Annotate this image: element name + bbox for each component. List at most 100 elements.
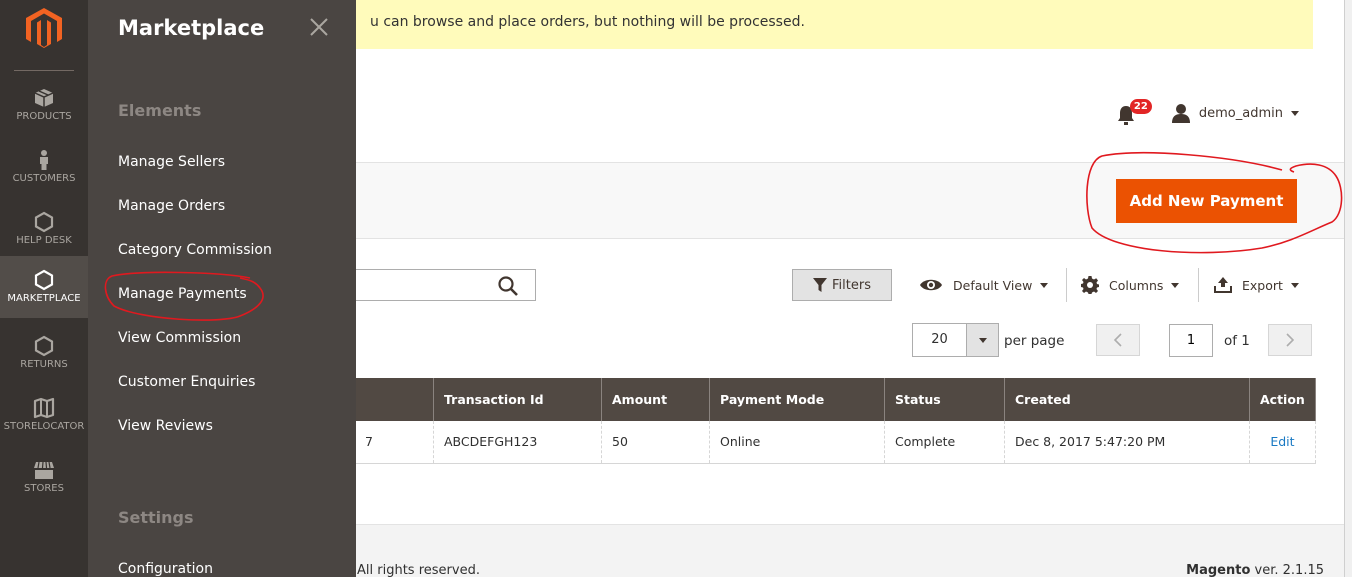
default-view-dropdown[interactable]: Default View — [919, 269, 1049, 301]
user-menu[interactable]: demo_admin — [1171, 103, 1299, 123]
chevron-down-icon — [1171, 282, 1180, 288]
menu-item-view-reviews[interactable]: View Reviews — [118, 418, 213, 434]
column-header-created[interactable]: Created — [1004, 378, 1250, 421]
cell-amount: 50 — [601, 421, 710, 464]
gear-icon — [1081, 276, 1099, 294]
columns-dropdown[interactable]: Columns — [1081, 269, 1180, 301]
column-header-status[interactable]: Status — [884, 378, 1005, 421]
menu-item-manage-sellers[interactable]: Manage Sellers — [118, 154, 225, 170]
search-input[interactable] — [356, 270, 486, 300]
add-new-payment-button[interactable]: Add New Payment — [1116, 179, 1297, 223]
hexagon-icon — [34, 269, 54, 291]
menu-item-category-commission[interactable]: Category Commission — [118, 242, 272, 258]
nav-label: PRODUCTS — [16, 111, 72, 122]
page-footer: All rights reserved. Magento ver. 2.1.15 — [356, 524, 1344, 577]
menu-item-configuration[interactable]: Configuration — [118, 561, 213, 577]
columns-label: Columns — [1109, 277, 1164, 293]
eye-icon — [920, 279, 942, 291]
storefront-icon — [34, 461, 54, 479]
main-content: u can browse and place orders, but nothi… — [354, 0, 1344, 577]
nav-label: MARKETPLACE — [7, 293, 81, 304]
notifications-button[interactable]: 22 — [1117, 99, 1152, 126]
column-header[interactable] — [354, 378, 434, 421]
nav-item-marketplace[interactable]: MARKETPLACE — [0, 256, 88, 318]
page-actions-bar: Add New Payment — [356, 162, 1344, 239]
header-actions: 22 demo_admin — [1117, 99, 1299, 126]
chevron-down-icon — [1291, 110, 1299, 116]
nav-item-storelocator[interactable]: STORELOCATOR — [0, 388, 88, 450]
cell-payment-mode: Online — [709, 421, 885, 464]
box-icon — [34, 89, 54, 107]
admin-nav: PRODUCTS CUSTOMERS HELP DESK MARKETPLACE… — [0, 0, 88, 577]
brand-name: Magento — [1186, 563, 1251, 577]
chevron-left-icon — [1113, 333, 1122, 347]
nav-item-returns[interactable]: RETURNS — [0, 326, 88, 388]
previous-page-button[interactable] — [1096, 324, 1140, 356]
per-page-select[interactable]: 20 — [912, 323, 999, 357]
column-header-amount[interactable]: Amount — [601, 378, 710, 421]
total-pages-label: of 1 — [1224, 333, 1250, 349]
vertical-scrollbar[interactable] — [1344, 0, 1352, 577]
funnel-icon — [813, 278, 828, 292]
person-icon — [40, 150, 48, 170]
edit-link[interactable]: Edit — [1270, 434, 1294, 449]
cell-action: Edit — [1249, 421, 1316, 464]
chevron-down-icon — [1290, 282, 1299, 288]
marketplace-flyout-menu: Marketplace Elements Manage Sellers Mana… — [88, 0, 356, 577]
magento-logo-icon[interactable] — [26, 8, 62, 48]
close-icon[interactable] — [308, 16, 330, 38]
toolbar-divider — [1066, 268, 1067, 302]
nav-item-stores[interactable]: STORES — [0, 450, 88, 512]
flyout-section-elements: Elements — [118, 101, 202, 120]
table-row: 7 ABCDEFGH123 50 Online Complete Dec 8, … — [354, 421, 1316, 464]
next-page-button[interactable] — [1268, 324, 1312, 356]
nav-item-products[interactable]: PRODUCTS — [0, 78, 88, 140]
version-text: Magento ver. 2.1.15 — [1186, 563, 1324, 577]
notifications-badge: 22 — [1129, 99, 1152, 114]
menu-item-view-commission[interactable]: View Commission — [118, 330, 241, 346]
cell-created: Dec 8, 2017 5:47:20 PM — [1004, 421, 1250, 464]
nav-divider — [14, 70, 74, 71]
per-page-dropdown-button[interactable] — [966, 324, 998, 356]
hexagon-icon — [34, 211, 54, 233]
grid-header-row: Transaction Id Amount Payment Mode Statu… — [354, 378, 1316, 421]
column-header-payment-mode[interactable]: Payment Mode — [709, 378, 885, 421]
nav-item-customers[interactable]: CUSTOMERS — [0, 140, 88, 202]
upload-icon — [1214, 277, 1232, 293]
current-page-input[interactable] — [1169, 324, 1213, 357]
cell-id: 7 — [354, 421, 434, 464]
menu-item-manage-payments[interactable]: Manage Payments — [118, 286, 247, 302]
payments-grid: Transaction Id Amount Payment Mode Statu… — [354, 378, 1316, 464]
nav-label: STORES — [24, 483, 64, 494]
column-header-action: Action — [1249, 378, 1316, 421]
nav-label: STORELOCATOR — [3, 421, 85, 432]
toolbar-divider — [1198, 268, 1199, 302]
default-view-label: Default View — [953, 277, 1033, 293]
column-header-transaction-id[interactable]: Transaction Id — [433, 378, 602, 421]
flyout-title: Marketplace — [118, 16, 265, 40]
nav-label: CUSTOMERS — [12, 173, 76, 184]
cell-status: Complete — [884, 421, 1005, 464]
nav-label: RETURNS — [20, 359, 68, 370]
per-page-label: per page — [1004, 333, 1065, 349]
menu-item-customer-enquiries[interactable]: Customer Enquiries — [118, 374, 255, 390]
keyword-search — [356, 269, 536, 301]
per-page-value: 20 — [931, 332, 948, 347]
export-label: Export — [1242, 277, 1283, 293]
chevron-right-icon — [1286, 333, 1295, 347]
filters-button[interactable]: Filters — [792, 269, 892, 301]
version-number: ver. 2.1.15 — [1250, 563, 1324, 577]
menu-item-manage-orders[interactable]: Manage Orders — [118, 198, 225, 214]
search-icon[interactable] — [497, 275, 519, 297]
notice-text: u can browse and place orders, but nothi… — [370, 14, 805, 30]
nav-item-help-desk[interactable]: HELP DESK — [0, 202, 88, 264]
demo-notice: u can browse and place orders, but nothi… — [356, 0, 1313, 49]
username: demo_admin — [1198, 105, 1283, 121]
export-dropdown[interactable]: Export — [1214, 269, 1299, 301]
user-icon — [1171, 104, 1190, 123]
hexagon-icon — [34, 335, 54, 357]
cell-transaction-id: ABCDEFGH123 — [433, 421, 602, 464]
map-icon — [33, 397, 55, 419]
flyout-section-settings: Settings — [118, 508, 194, 527]
chevron-down-icon — [978, 337, 987, 343]
